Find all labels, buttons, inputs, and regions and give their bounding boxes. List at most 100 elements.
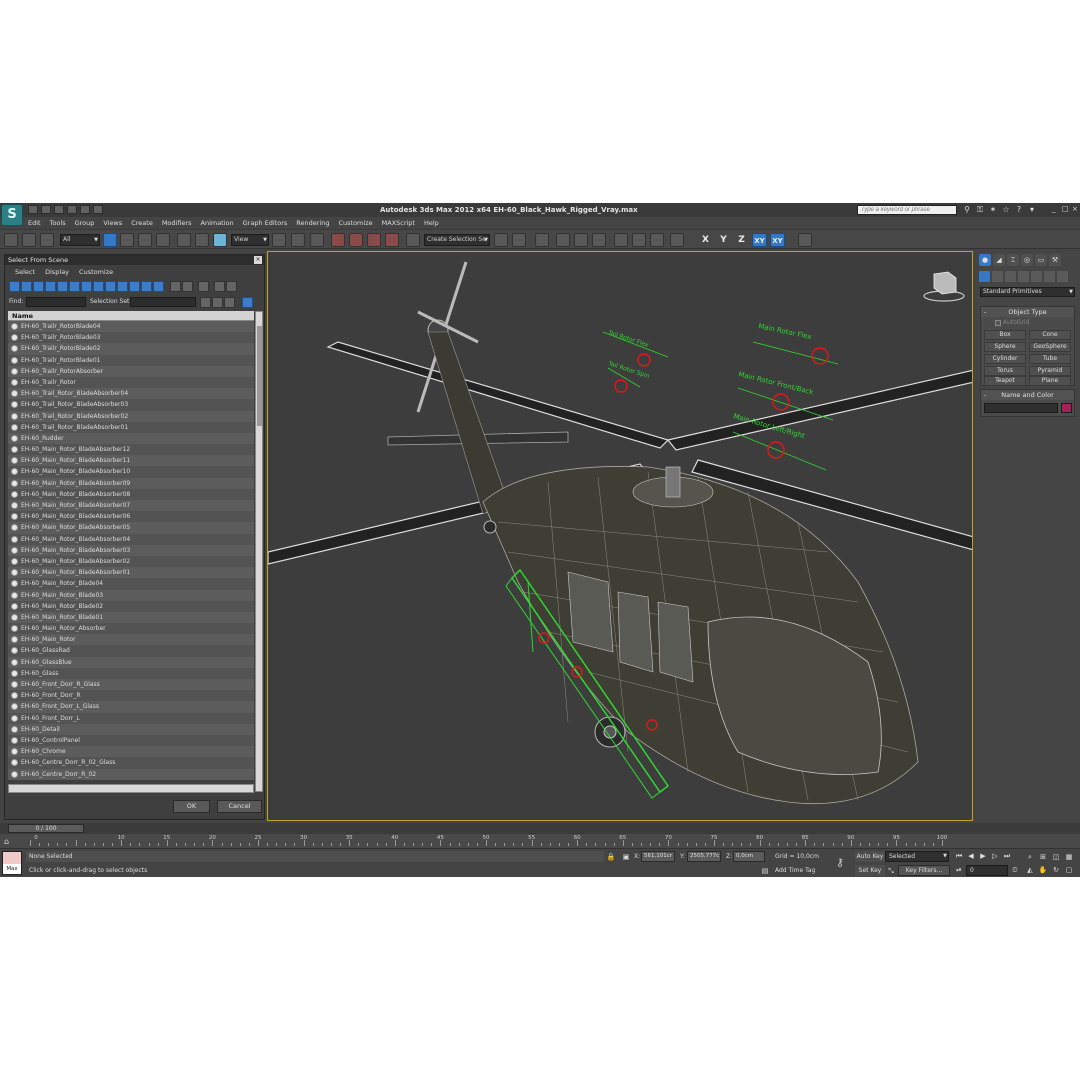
shapes-category-icon[interactable] bbox=[992, 271, 1003, 282]
utilities-tab-icon[interactable]: ⚒ bbox=[1049, 254, 1061, 266]
list-item[interactable]: EH-60_Main_Rotor bbox=[8, 634, 254, 646]
rectangular-selection-icon[interactable] bbox=[138, 233, 152, 247]
render-setup-icon[interactable] bbox=[632, 233, 646, 247]
select-and-scale-icon[interactable] bbox=[213, 233, 227, 247]
restrict-to-z-button[interactable]: Z bbox=[734, 233, 749, 247]
menu-customize[interactable]: Customize bbox=[338, 217, 372, 229]
graphite-ribbon-icon[interactable] bbox=[556, 233, 570, 247]
rendered-frame-window-icon[interactable] bbox=[650, 233, 664, 247]
list-horizontal-scrollbar[interactable] bbox=[8, 784, 254, 793]
time-tag-icon[interactable]: ▤ bbox=[760, 866, 770, 876]
project-folder-icon[interactable] bbox=[93, 205, 103, 214]
name-column-header[interactable]: Name bbox=[8, 311, 254, 321]
invert-display-icon[interactable] bbox=[182, 281, 193, 292]
dialog-menu-customize[interactable]: Customize bbox=[79, 266, 113, 278]
material-editor-icon[interactable] bbox=[614, 233, 628, 247]
display-xrefs-icon[interactable] bbox=[93, 281, 104, 292]
list-item[interactable]: EH-60_Main_Rotor_Absorber bbox=[8, 623, 254, 635]
list-item[interactable]: EH-60_Main_Rotor_Blade01 bbox=[8, 611, 254, 624]
torus-button[interactable]: Torus bbox=[984, 366, 1026, 376]
select-none-icon[interactable] bbox=[212, 297, 223, 308]
reference-coordinate-dropdown[interactable]: View bbox=[231, 234, 269, 246]
pyramid-button[interactable]: Pyramid bbox=[1029, 366, 1071, 376]
select-all-icon[interactable] bbox=[200, 297, 211, 308]
geometry-category-icon[interactable] bbox=[979, 271, 990, 282]
select-by-name-icon[interactable] bbox=[120, 233, 134, 247]
viewcube-icon[interactable] bbox=[923, 271, 965, 302]
render-production-icon[interactable] bbox=[670, 233, 684, 247]
key-filters-button[interactable]: Key Filters... bbox=[898, 865, 950, 876]
motion-tab-icon[interactable]: ◎ bbox=[1021, 254, 1033, 266]
save-file-icon[interactable] bbox=[54, 205, 64, 214]
create-tab-icon[interactable]: ● bbox=[979, 254, 991, 266]
display-all-icon[interactable] bbox=[153, 281, 164, 292]
list-item[interactable]: EH-60_Trailr_RotorBlade03 bbox=[8, 332, 254, 344]
angle-snap-icon[interactable] bbox=[349, 233, 363, 247]
menu-tools[interactable]: Tools bbox=[50, 217, 66, 229]
zoom-extents-icon[interactable]: ◫ bbox=[1051, 852, 1061, 862]
zoom-all-icon[interactable]: ⊞ bbox=[1038, 852, 1048, 862]
list-item[interactable]: EH-60_Chrome bbox=[8, 746, 254, 758]
restrict-to-xy-plane-button[interactable]: XY bbox=[752, 233, 767, 247]
favorites-icon[interactable]: ☆ bbox=[1001, 205, 1011, 215]
next-frame-icon[interactable]: ▷ bbox=[990, 852, 1000, 861]
help-icon[interactable]: ? bbox=[1014, 205, 1024, 215]
search-input[interactable] bbox=[857, 205, 957, 215]
list-item[interactable]: EH-60_Centre_Dorr_R_02 bbox=[8, 768, 254, 780]
display-hidden-icon[interactable] bbox=[141, 281, 152, 292]
list-item[interactable]: EH-60_Main_Rotor_Blade04 bbox=[8, 578, 254, 590]
pivot-point-icon[interactable] bbox=[272, 233, 286, 247]
application-menu-logo-icon[interactable]: S bbox=[1, 204, 23, 226]
list-item[interactable]: EH-60_Trailr_RotorBlade01 bbox=[8, 354, 254, 366]
list-item[interactable]: EH-60_Main_Rotor_BladeAbsorber07 bbox=[8, 500, 254, 512]
list-item[interactable]: EH-60_Trailr_Rotor bbox=[8, 376, 254, 389]
absolute-mode-icon[interactable]: ▣ bbox=[621, 852, 631, 862]
play-icon[interactable]: ▶ bbox=[978, 852, 988, 861]
display-containers-icon[interactable] bbox=[117, 281, 128, 292]
schematic-view-icon[interactable] bbox=[592, 233, 606, 247]
current-frame-field[interactable]: 0 bbox=[966, 865, 1008, 876]
edit-named-selection-icon[interactable] bbox=[406, 233, 420, 247]
list-item[interactable]: EH-60_Front_Dorr_L bbox=[8, 712, 254, 724]
time-slider-thumb[interactable]: 0 / 100 bbox=[8, 824, 84, 833]
list-item[interactable]: EH-60_Rudder bbox=[8, 432, 254, 445]
layer-manager-icon[interactable] bbox=[535, 233, 549, 247]
display-frozen-icon[interactable] bbox=[129, 281, 140, 292]
z-coordinate-field[interactable]: 0,0cm bbox=[733, 851, 765, 862]
object-color-swatch[interactable] bbox=[1061, 403, 1072, 413]
object-name-field[interactable] bbox=[984, 403, 1058, 413]
zoom-icon[interactable]: ⌕ bbox=[1025, 852, 1035, 862]
plane-button[interactable]: Plane bbox=[1029, 376, 1071, 386]
restrict-to-y-button[interactable]: Y bbox=[716, 233, 731, 247]
list-item[interactable]: EH-60_Main_Rotor_BladeAbsorber02 bbox=[8, 555, 254, 568]
bind-space-warp-icon[interactable] bbox=[40, 233, 54, 247]
list-item[interactable]: EH-60_Main_Rotor_BladeAbsorber08 bbox=[8, 488, 254, 500]
space-warps-category-icon[interactable] bbox=[1044, 271, 1055, 282]
list-item[interactable]: EH-60_Trail_Rotor_BladeAbsorber02 bbox=[8, 410, 254, 422]
display-cameras-icon[interactable] bbox=[45, 281, 56, 292]
field-of-view-icon[interactable]: ◭ bbox=[1025, 865, 1035, 875]
percent-snap-icon[interactable] bbox=[367, 233, 381, 247]
curve-editor-icon[interactable] bbox=[574, 233, 588, 247]
menu-graph-editors[interactable]: Graph Editors bbox=[243, 217, 288, 229]
open-file-icon[interactable] bbox=[41, 205, 51, 214]
cancel-button[interactable]: Cancel bbox=[217, 800, 262, 813]
keyboard-shortcut-icon[interactable] bbox=[310, 233, 324, 247]
auto-key-button[interactable]: Auto Key bbox=[855, 851, 885, 862]
display-geometry-icon[interactable] bbox=[9, 281, 20, 292]
list-item[interactable]: EH-60_Main_Rotor_BladeAbsorber12 bbox=[8, 444, 254, 456]
pan-view-icon[interactable]: ✋ bbox=[1038, 865, 1048, 875]
list-item[interactable]: EH-60_Main_Rotor_BladeAbsorber05 bbox=[8, 522, 254, 534]
close-button[interactable]: × bbox=[1072, 205, 1078, 213]
selection-filter-dropdown[interactable]: All bbox=[60, 234, 100, 246]
list-item[interactable]: EH-60_Trailr_RotorBlade04 bbox=[8, 321, 254, 333]
list-item[interactable]: EH-60_Main_Rotor_Blade02 bbox=[8, 600, 254, 612]
vray-frame-buffer-icon[interactable] bbox=[798, 233, 812, 247]
list-item[interactable]: EH-60_Main_Rotor_BladeAbsorber03 bbox=[8, 544, 254, 556]
filter-options-icon[interactable] bbox=[226, 281, 237, 292]
display-shapes-icon[interactable] bbox=[21, 281, 32, 292]
display-lights-icon[interactable] bbox=[33, 281, 44, 292]
subscription-icon[interactable]: ⚿ bbox=[975, 205, 985, 215]
restrict-plane-cycle-button[interactable]: XY bbox=[770, 233, 785, 247]
set-key-icon[interactable]: ⚷ bbox=[836, 856, 844, 869]
